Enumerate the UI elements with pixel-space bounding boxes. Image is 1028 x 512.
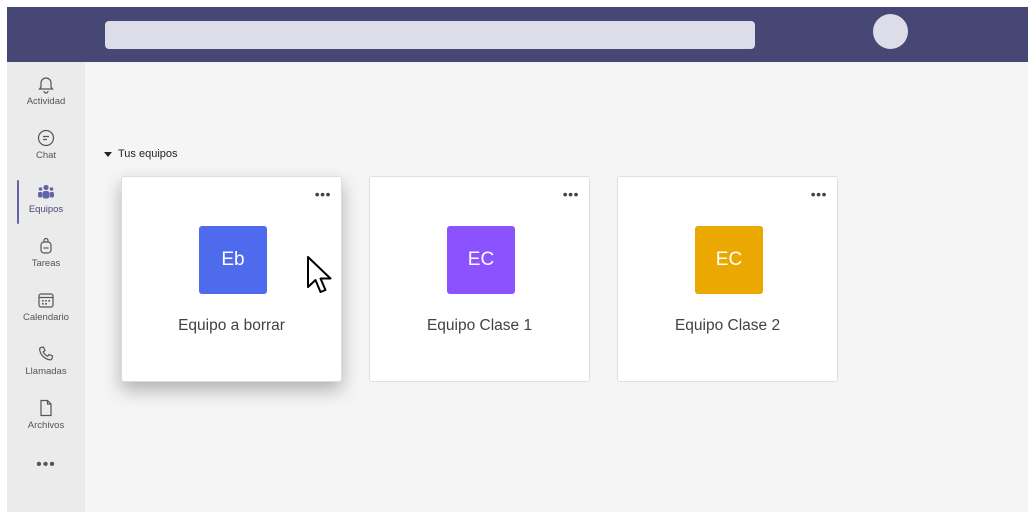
team-card[interactable]: ••• EC Equipo Clase 1 <box>369 176 590 382</box>
rail-item-tareas[interactable]: Tareas <box>7 236 85 286</box>
section-your-teams[interactable]: Tus equipos <box>104 148 178 160</box>
teams-icon <box>36 182 56 202</box>
team-initials: Eb <box>221 249 245 270</box>
caret-down-icon <box>104 151 112 157</box>
rail-label: Tareas <box>31 258 61 269</box>
team-card[interactable]: ••• Eb Equipo a borrar <box>121 176 342 382</box>
chat-icon <box>36 128 56 148</box>
rail-label: Archivos <box>27 420 65 431</box>
rail-item-llamadas[interactable]: Llamadas <box>7 344 85 394</box>
team-avatar-tile: EC <box>695 226 763 294</box>
team-avatar-tile: EC <box>447 226 515 294</box>
rail-item-actividad[interactable]: Actividad <box>7 74 85 124</box>
avatar[interactable] <box>873 14 908 49</box>
team-name: Equipo Clase 1 <box>426 317 533 334</box>
rail-item-archivos[interactable]: Archivos <box>7 398 85 448</box>
rail-item-equipos[interactable]: Equipos <box>7 180 85 232</box>
team-initials: EC <box>467 249 495 270</box>
phone-icon <box>36 344 56 364</box>
rail-label: Llamadas <box>25 366 67 377</box>
rail-label: Calendario <box>23 312 69 323</box>
section-title: Tus equipos <box>118 148 178 160</box>
team-initials: EC <box>715 249 743 270</box>
rail-label: Actividad <box>26 96 66 107</box>
rail-item-chat[interactable]: Chat <box>7 128 85 178</box>
more-options-icon[interactable]: ••• <box>811 187 827 201</box>
rail-label: Equipos <box>28 204 64 215</box>
more-options-icon[interactable]: ••• <box>315 187 331 201</box>
teams-app: Actividad Chat Equipos Tareas Calendario <box>7 7 1028 512</box>
team-avatar-tile: Eb <box>199 226 267 294</box>
calendar-icon <box>36 290 56 310</box>
rail-more-button[interactable]: ••• <box>7 456 85 510</box>
team-card[interactable]: ••• EC Equipo Clase 2 <box>617 176 838 382</box>
more-options-icon[interactable]: ••• <box>563 187 579 201</box>
team-name: Equipo Clase 2 <box>674 317 781 334</box>
more-icon: ••• <box>36 456 56 473</box>
file-icon <box>36 398 56 418</box>
backpack-icon <box>36 236 56 256</box>
top-bar <box>7 7 1028 62</box>
app-rail: Actividad Chat Equipos Tareas Calendario <box>7 62 85 512</box>
rail-label: Chat <box>35 150 57 161</box>
team-name: Equipo a borrar <box>178 317 285 334</box>
bell-icon <box>36 74 56 94</box>
rail-item-calendario[interactable]: Calendario <box>7 290 85 340</box>
search-bar[interactable] <box>105 21 755 49</box>
